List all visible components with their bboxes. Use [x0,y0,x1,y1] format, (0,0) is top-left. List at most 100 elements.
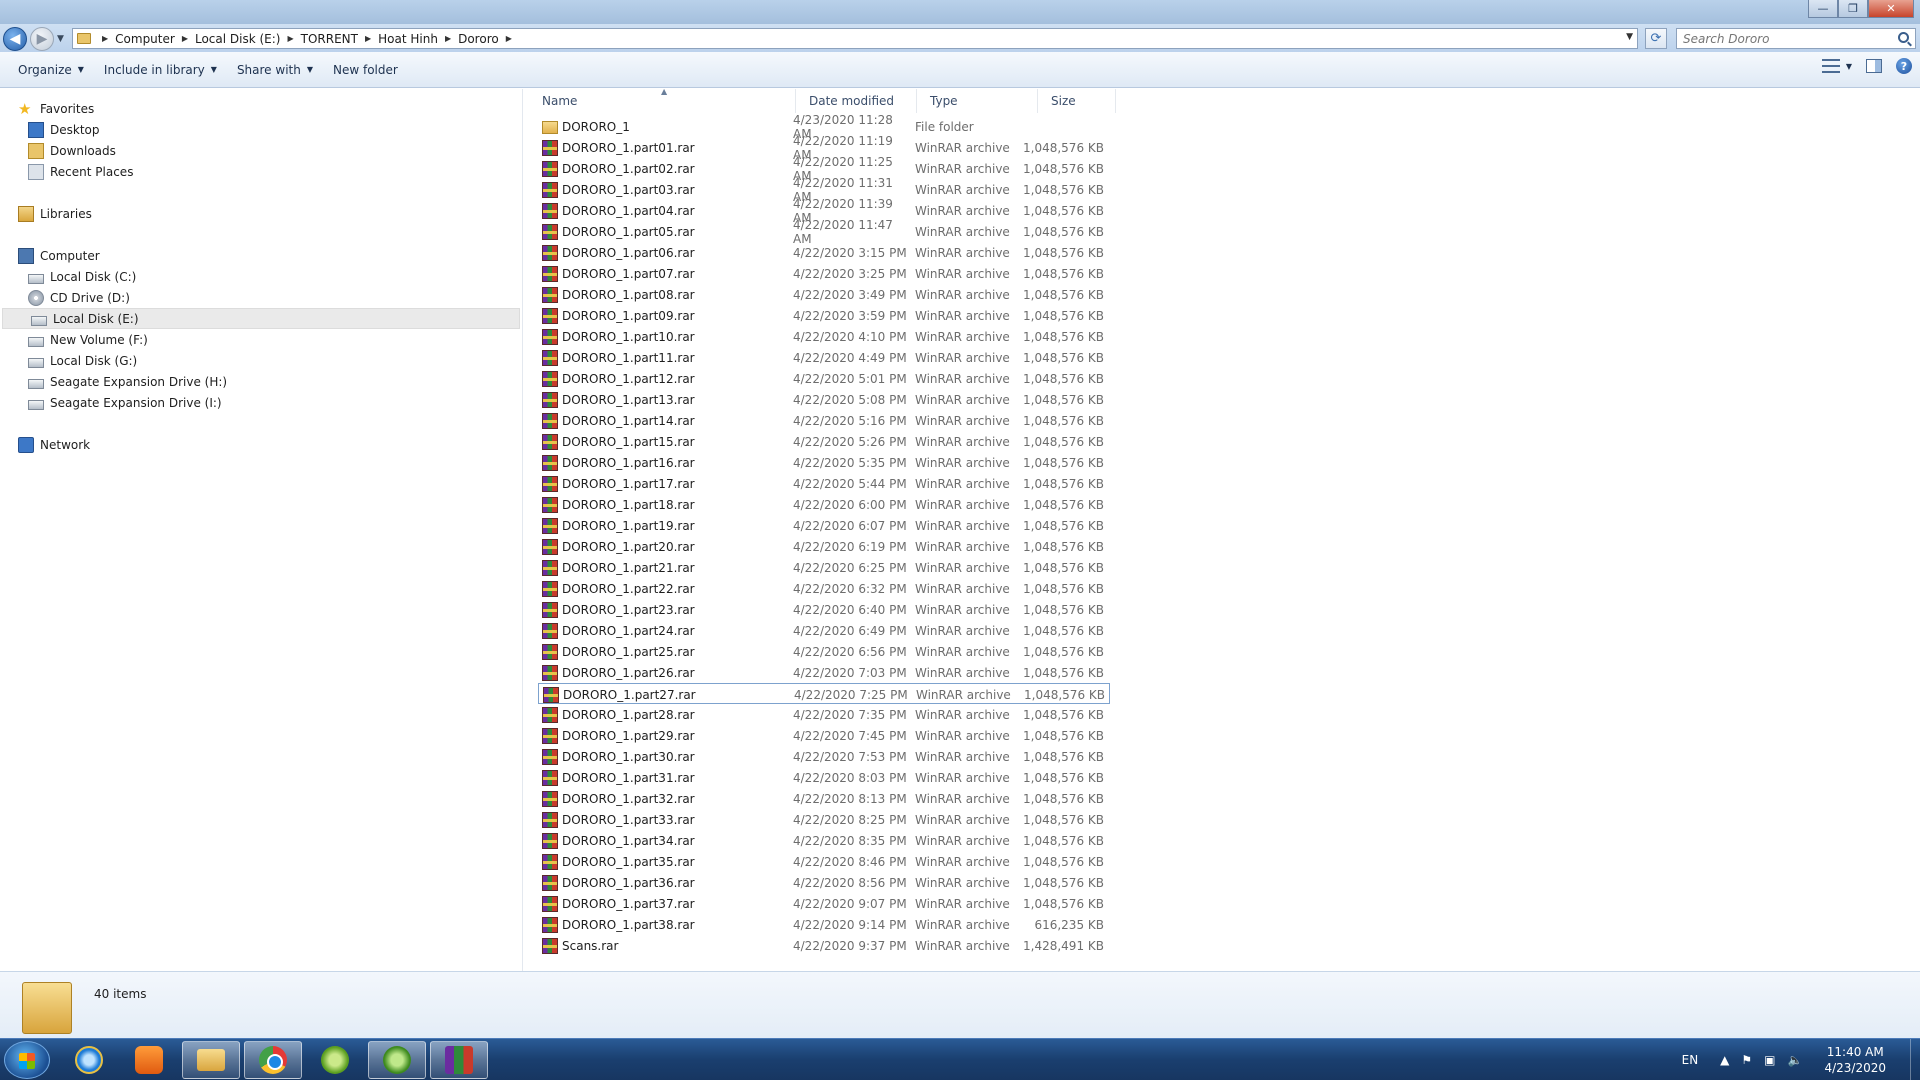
new-folder-button[interactable]: New folder [323,58,408,82]
file-row[interactable]: DORORO_1.part29.rar 4/22/2020 7:45 PM WinR… [538,725,1110,746]
nav-drive-i[interactable]: Seagate Expansion Drive (I:) [28,392,222,413]
file-row[interactable]: DORORO_1.part06.rar 4/22/2020 3:15 PM WinR… [538,242,1110,263]
change-view-icon[interactable] [1821,59,1840,73]
chevron-down-icon[interactable]: ▼ [1846,62,1852,71]
file-name-cell[interactable]: DORORO_1.part17.rar [542,473,792,494]
file-row[interactable]: DORORO_1.part05.rar 4/22/2020 11:47 AM Win… [538,218,1110,246]
address-bar[interactable]: ▶ Computer ▶ Local Disk (E:) ▶ TORRENT ▶ Hoa… [72,28,1638,49]
file-row[interactable]: DORORO_1.part26.rar 4/22/2020 7:03 PM WinR… [538,662,1110,683]
taskbar-app-winrar[interactable] [430,1041,488,1079]
breadcrumb-hoat-hinh[interactable]: Hoat Hinh [378,32,438,46]
file-row[interactable]: DORORO_1.part23.rar 4/22/2020 6:40 PM WinR… [538,599,1110,620]
file-row[interactable]: DORORO_1.part13.rar 4/22/2020 5:08 PM WinR… [538,389,1110,410]
file-name-cell[interactable]: DORORO_1.part10.rar [542,326,792,347]
file-name-cell[interactable]: DORORO_1.part13.rar [542,389,792,410]
share-with-button[interactable]: Share with ▼ [227,58,323,82]
file-row[interactable]: DORORO_1.part28.rar 4/22/2020 7:35 PM WinR… [538,704,1110,725]
file-name-cell[interactable]: DORORO_1.part08.rar [542,284,792,305]
breadcrumb-torrent[interactable]: TORRENT [301,32,358,46]
file-name-cell[interactable]: DORORO_1.part07.rar [542,263,792,284]
file-name-cell[interactable]: DORORO_1.part04.rar [542,200,792,221]
file-row[interactable]: DORORO_1.part15.rar 4/22/2020 5:26 PM WinR… [538,431,1110,452]
nav-network[interactable]: Network [18,434,90,455]
preview-pane-icon[interactable] [1866,59,1882,73]
nav-computer[interactable]: Computer [18,245,100,266]
breadcrumb-computer[interactable]: Computer [115,32,175,46]
file-row[interactable]: DORORO_1.part24.rar 4/22/2020 6:49 PM WinR… [538,620,1110,641]
file-row[interactable]: DORORO_1.part34.rar 4/22/2020 8:35 PM WinR… [538,830,1110,851]
file-row[interactable]: DORORO_1.part07.rar 4/22/2020 3:25 PM WinR… [538,263,1110,284]
file-row[interactable]: DORORO_1.part08.rar 4/22/2020 3:49 PM WinR… [538,284,1110,305]
taskbar-app-media-player[interactable] [120,1041,178,1079]
nav-drive-h[interactable]: Seagate Expansion Drive (H:) [28,371,227,392]
file-row[interactable]: DORORO_1.part35.rar 4/22/2020 8:46 PM WinR… [538,851,1110,872]
address-history-dropdown[interactable]: ▼ [1626,32,1633,42]
taskbar-app-ccleaner[interactable] [306,1041,364,1079]
file-name-cell[interactable]: DORORO_1.part02.rar [542,158,792,179]
start-button[interactable] [4,1041,50,1079]
organize-button[interactable]: Organize ▼ [8,58,94,82]
breadcrumb-separator-icon[interactable]: ▶ [287,34,293,43]
search-icon[interactable] [1898,32,1909,43]
file-name-cell[interactable]: DORORO_1.part01.rar [542,137,792,158]
file-name-cell[interactable]: DORORO_1.part09.rar [542,305,792,326]
back-button[interactable]: ◀ [3,27,27,51]
taskbar-app-windows-explorer[interactable] [182,1041,240,1079]
file-row[interactable]: DORORO_1.part16.rar 4/22/2020 5:35 PM WinR… [538,452,1110,473]
breadcrumb-separator-icon[interactable]: ▶ [182,34,188,43]
maximize-button[interactable]: ❐ [1838,0,1868,18]
file-row[interactable]: DORORO_1.part31.rar 4/22/2020 8:03 PM WinR… [538,767,1110,788]
file-name-cell[interactable]: DORORO_1.part35.rar [542,851,792,872]
file-name-cell[interactable]: DORORO_1.part11.rar [542,347,792,368]
show-hidden-icons-icon[interactable]: ▲ [1720,1053,1729,1067]
nav-libraries[interactable]: Libraries [18,203,92,224]
recent-pages-dropdown[interactable]: ▼ [57,34,64,44]
file-name-cell[interactable]: DORORO_1.part38.rar [542,914,792,935]
file-name-cell[interactable]: DORORO_1.part25.rar [542,641,792,662]
file-name-cell[interactable]: DORORO_1.part05.rar [542,221,792,242]
file-name-cell[interactable]: DORORO_1.part26.rar [542,662,792,683]
clock[interactable]: 11:40 AM 4/23/2020 [1824,1044,1886,1076]
file-row[interactable]: DORORO_1.part17.rar 4/22/2020 5:44 PM WinR… [538,473,1110,494]
file-row[interactable]: Scans.rar 4/22/2020 9:37 PM WinRAR archive… [538,935,1110,956]
file-row[interactable]: DORORO_1.part19.rar 4/22/2020 6:07 PM WinR… [538,515,1110,536]
file-row[interactable]: DORORO_1.part14.rar 4/22/2020 5:16 PM WinR… [538,410,1110,431]
column-header-size[interactable]: Size [1038,89,1116,113]
close-button[interactable]: ✕ [1868,0,1914,18]
volume-icon[interactable]: 🔈 [1788,1053,1803,1067]
file-name-cell[interactable]: DORORO_1.part18.rar [542,494,792,515]
file-row[interactable]: DORORO_1.part30.rar 4/22/2020 7:53 PM WinR… [538,746,1110,767]
file-name-cell[interactable]: DORORO_1.part36.rar [542,872,792,893]
file-row[interactable]: DORORO_1.part27.rar 4/22/2020 7:25 PM WinR… [538,683,1110,704]
file-row[interactable]: DORORO_1.part11.rar 4/22/2020 4:49 PM WinR… [538,347,1110,368]
nav-drive-e[interactable]: Local Disk (E:) [2,308,520,329]
refresh-button[interactable]: ⟳ [1645,28,1667,49]
file-row[interactable]: DORORO_1.part12.rar 4/22/2020 5:01 PM WinR… [538,368,1110,389]
file-name-cell[interactable]: DORORO_1.part27.rar [543,684,793,705]
taskbar-app-chrome[interactable] [244,1041,302,1079]
breadcrumb-separator-icon[interactable]: ▶ [445,34,451,43]
nav-drive-g[interactable]: Local Disk (G:) [28,350,137,371]
column-header-date[interactable]: Date modified [796,89,917,113]
column-header-name[interactable]: Name ▲ [529,87,796,113]
file-row[interactable]: DORORO_1.part21.rar 4/22/2020 6:25 PM WinR… [538,557,1110,578]
nav-favorites[interactable]: ★ Favorites [18,98,94,119]
file-name-cell[interactable]: DORORO_1.part16.rar [542,452,792,473]
breadcrumb-separator-icon[interactable]: ▶ [506,34,512,43]
file-row[interactable]: DORORO_1.part25.rar 4/22/2020 6:56 PM WinR… [538,641,1110,662]
breadcrumb-separator-icon[interactable]: ▶ [102,34,108,43]
file-row[interactable]: DORORO_1.part33.rar 4/22/2020 8:25 PM WinR… [538,809,1110,830]
file-name-cell[interactable]: DORORO_1.part22.rar [542,578,792,599]
nav-downloads[interactable]: Downloads [28,140,116,161]
breadcrumb-local-disk-e[interactable]: Local Disk (E:) [195,32,281,46]
file-row[interactable]: DORORO_1.part37.rar 4/22/2020 9:07 PM WinR… [538,893,1110,914]
file-name-cell[interactable]: DORORO_1.part34.rar [542,830,792,851]
file-name-cell[interactable]: DORORO_1.part21.rar [542,557,792,578]
file-row[interactable]: DORORO_1.part32.rar 4/22/2020 8:13 PM WinR… [538,788,1110,809]
nav-drive-d[interactable]: CD Drive (D:) [28,287,130,308]
search-input[interactable] [1683,31,1883,46]
file-name-cell[interactable]: DORORO_1.part32.rar [542,788,792,809]
file-name-cell[interactable]: DORORO_1.part31.rar [542,767,792,788]
nav-drive-f[interactable]: New Volume (F:) [28,329,148,350]
nav-drive-c[interactable]: Local Disk (C:) [28,266,136,287]
